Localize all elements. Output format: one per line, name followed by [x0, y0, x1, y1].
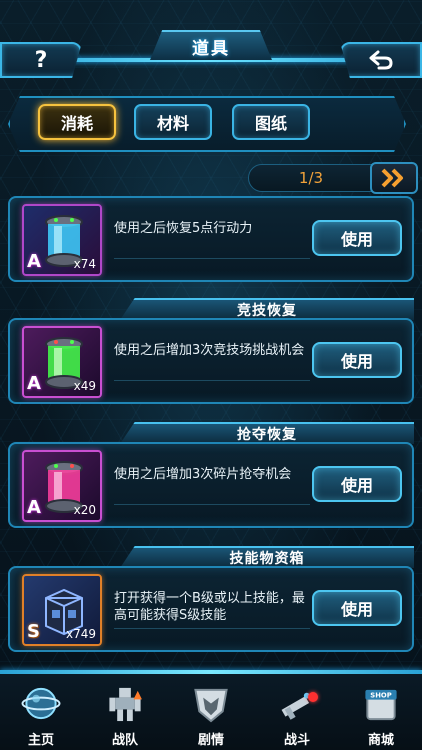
- use-button[interactable]: 使用: [312, 342, 402, 378]
- item-icon-frame: A x20: [22, 450, 102, 522]
- back-button[interactable]: [340, 42, 422, 78]
- page-number: 1/3: [298, 169, 324, 187]
- double-chevron-right-icon: [381, 168, 403, 188]
- tab-blueprints[interactable]: 图纸: [232, 104, 310, 140]
- item-quantity: x74: [73, 257, 96, 271]
- section-header: 竞技恢复: [120, 298, 414, 320]
- nav-label: 主页: [27, 733, 54, 748]
- question-mark-icon: ?: [34, 47, 48, 73]
- rank-badge: A: [27, 251, 41, 272]
- item-card: A x49 使用之后增加3次竞技场挑战机会 使用: [8, 318, 414, 404]
- title-plate: 道具: [150, 30, 272, 60]
- divider: [114, 628, 310, 629]
- nav-story[interactable]: 剧情: [176, 678, 246, 748]
- section-header: 技能物资箱: [120, 546, 414, 568]
- use-button[interactable]: 使用: [312, 220, 402, 256]
- help-button[interactable]: ?: [0, 42, 82, 78]
- item-card: S x749 打开获得一个B级或以上技能，最高可能获得S级技能 使用: [8, 566, 414, 652]
- bottom-nav: 主页 ▲ 战队 剧情 战斗 SHOP 商城: [0, 674, 422, 750]
- page-indicator: 1/3: [248, 164, 374, 192]
- nav-label: 战队: [111, 733, 138, 748]
- alert-dot: [308, 692, 318, 702]
- rank-badge: A: [27, 497, 41, 518]
- tab-consumables[interactable]: 消耗: [38, 104, 116, 140]
- nav-team[interactable]: ▲ 战队: [90, 678, 160, 748]
- item-card: A x74 使用之后恢复5点行动力 使用: [8, 196, 414, 282]
- section-title: 抢夺恢复: [237, 427, 297, 443]
- rank-badge: S: [27, 621, 40, 642]
- shop-sign-text: SHOP: [370, 692, 391, 700]
- tab-materials[interactable]: 材料: [134, 104, 212, 140]
- item-quantity: x749: [65, 627, 96, 641]
- home-planet-icon: [21, 687, 61, 720]
- item-quantity: x49: [73, 379, 96, 393]
- item-icon-frame: S x749: [22, 574, 102, 646]
- use-button[interactable]: 使用: [312, 590, 402, 626]
- divider: [114, 504, 310, 505]
- divider: [114, 258, 310, 259]
- page-title: 道具: [192, 38, 230, 59]
- nav-label: 战斗: [283, 733, 310, 748]
- item-description: 使用之后恢复5点行动力: [114, 221, 253, 236]
- autobot-story-icon: [194, 688, 228, 723]
- back-arrow-icon: [369, 50, 393, 70]
- battle-gun-icon: [281, 692, 310, 720]
- nav-battle[interactable]: 战斗: [262, 678, 332, 748]
- section-title: 技能物资箱: [229, 551, 305, 567]
- section-header: 抢夺恢复: [120, 422, 414, 444]
- rank-badge: A: [27, 373, 41, 394]
- nav-home[interactable]: 主页: [6, 678, 76, 748]
- upgrade-arrow-icon: ▲: [133, 688, 142, 701]
- item-card: A x20 使用之后增加3次碎片抢夺机会 使用: [8, 442, 414, 528]
- nav-shop[interactable]: SHOP 商城: [346, 678, 416, 748]
- item-description: 使用之后增加3次碎片抢夺机会: [114, 467, 292, 482]
- item-icon-frame: A x49: [22, 326, 102, 398]
- nav-label: 商城: [367, 733, 394, 748]
- nav-label: 剧情: [197, 733, 224, 748]
- next-page-button[interactable]: [370, 162, 418, 194]
- item-description: 使用之后增加3次竞技场挑战机会: [114, 343, 305, 358]
- item-description: 打开获得一个B级或以上技能，最高可能获得S级技能: [114, 591, 305, 623]
- use-button[interactable]: 使用: [312, 466, 402, 502]
- item-icon-frame: A x74: [22, 204, 102, 276]
- item-quantity: x20: [73, 503, 96, 517]
- shop-icon: SHOP: [365, 689, 397, 721]
- section-title: 竞技恢复: [237, 303, 297, 319]
- top-bar: 道具 ?: [0, 22, 422, 88]
- divider: [114, 380, 310, 381]
